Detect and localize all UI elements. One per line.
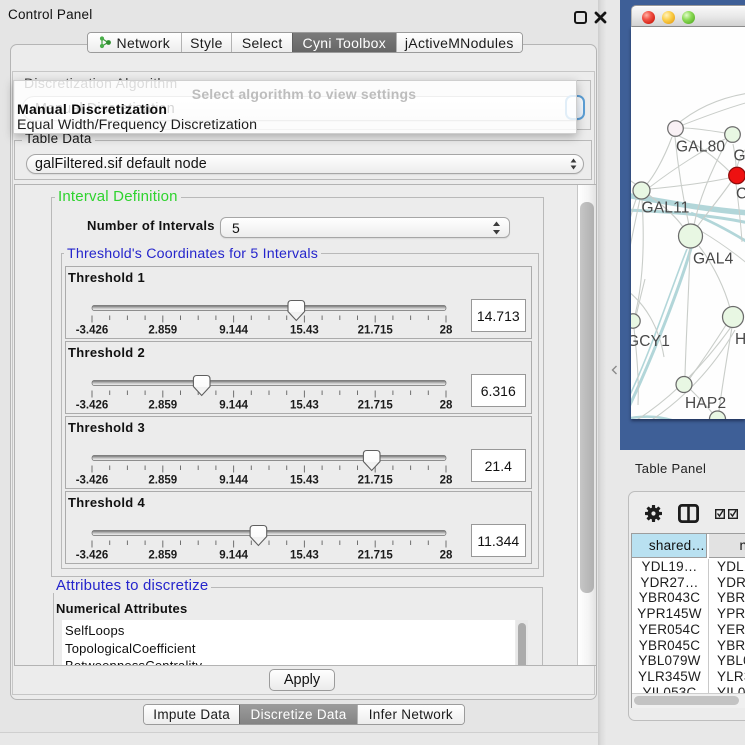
svg-text:-3.426: -3.426	[76, 400, 109, 412]
svg-text:21.715: 21.715	[358, 475, 394, 487]
svg-text:GA: GA	[734, 148, 745, 165]
svg-text:28: 28	[440, 325, 453, 337]
svg-text:-3.426: -3.426	[76, 325, 109, 337]
svg-text:28: 28	[440, 475, 453, 487]
svg-text:GAL80: GAL80	[676, 139, 725, 156]
svg-text:21.715: 21.715	[358, 400, 394, 412]
svg-text:28: 28	[440, 400, 453, 412]
svg-text:2.859: 2.859	[148, 400, 177, 412]
svg-text:9.144: 9.144	[219, 325, 248, 337]
svg-text:2.859: 2.859	[148, 325, 177, 337]
svg-text:21.715: 21.715	[358, 325, 394, 337]
svg-text:15.43: 15.43	[290, 325, 319, 337]
svg-text:GAL11: GAL11	[642, 200, 690, 217]
svg-text:9.144: 9.144	[219, 400, 248, 412]
svg-text:GAL4: GAL4	[693, 251, 734, 268]
svg-text:15.43: 15.43	[290, 475, 319, 487]
svg-text:21.715: 21.715	[358, 550, 394, 562]
svg-text:C: C	[736, 186, 745, 203]
svg-text:GCY1: GCY1	[631, 333, 670, 350]
svg-text:2.859: 2.859	[148, 475, 177, 487]
svg-text:-3.426: -3.426	[76, 475, 109, 487]
svg-text:9.144: 9.144	[219, 550, 248, 562]
svg-text:15.43: 15.43	[290, 550, 319, 562]
svg-text:H: H	[735, 331, 745, 348]
svg-text:28: 28	[440, 550, 453, 562]
svg-text:15.43: 15.43	[290, 400, 319, 412]
svg-text:HAP2: HAP2	[685, 395, 726, 412]
svg-text:2.859: 2.859	[148, 550, 177, 562]
svg-text:-3.426: -3.426	[76, 550, 109, 562]
svg-text:9.144: 9.144	[219, 475, 248, 487]
